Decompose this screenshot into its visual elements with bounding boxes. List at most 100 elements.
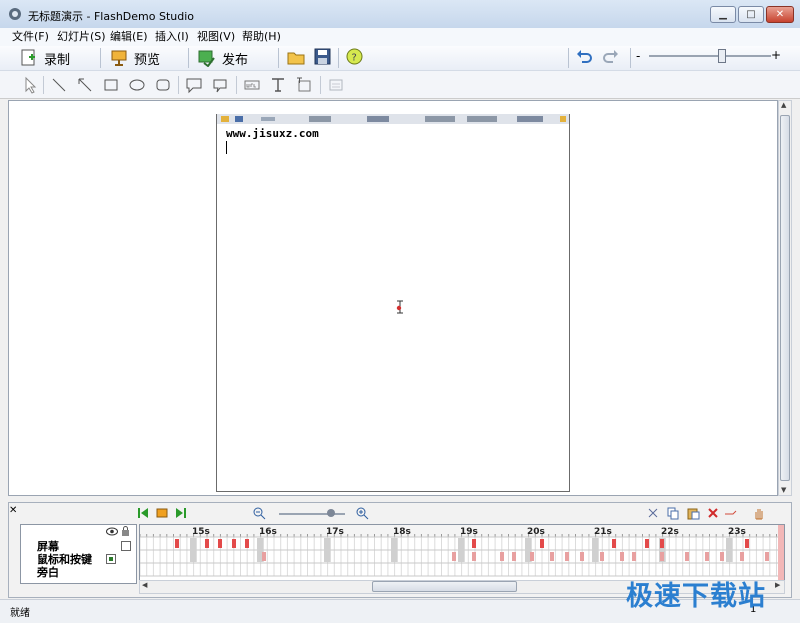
save-icon[interactable] — [314, 48, 331, 65]
clip-marker — [540, 539, 544, 548]
callout-tool-icon[interactable] — [185, 76, 203, 94]
cut-icon[interactable] — [646, 506, 660, 520]
menu-help[interactable]: 帮助(H) — [242, 28, 281, 44]
zoom-out-icon[interactable]: - — [636, 49, 640, 63]
scroll-down-icon[interactable]: ▼ — [781, 486, 786, 494]
time-tick-label: 17s — [326, 527, 344, 537]
record-button[interactable]: 录制 — [20, 47, 70, 69]
clip-marker — [472, 539, 476, 548]
timeline-close-icon[interactable]: ✕ — [9, 505, 17, 516]
hand-tool-icon[interactable] — [752, 506, 766, 520]
second-marker-cell — [190, 538, 197, 562]
rounded-rect-tool-icon[interactable] — [154, 76, 172, 94]
clip-marker — [245, 539, 249, 548]
click-marker — [600, 552, 604, 561]
toolbar-separator — [43, 76, 44, 94]
vertical-scroll-thumb[interactable] — [780, 115, 790, 481]
go-to-start-icon[interactable] — [136, 506, 150, 520]
help-icon[interactable]: ? — [346, 48, 363, 65]
ellipse-tool-icon[interactable] — [128, 76, 146, 94]
click-marker — [472, 552, 476, 561]
layer-narration[interactable]: 旁白 — [37, 564, 59, 580]
layer-screen-checkbox[interactable] — [121, 541, 131, 551]
scroll-left-icon[interactable]: ◀ — [142, 581, 147, 589]
clip-marker — [645, 539, 649, 548]
close-button[interactable]: ✕ — [766, 6, 794, 23]
text-caret — [226, 141, 227, 154]
maximize-button[interactable]: □ — [738, 6, 764, 23]
click-marker — [765, 552, 769, 561]
layer-mouse-keys-checkbox[interactable] — [106, 554, 116, 564]
visibility-eye-icon[interactable] — [106, 527, 118, 536]
window-title: 无标题演示 - FlashDemo Studio — [28, 10, 195, 23]
toolbar-separator — [188, 48, 189, 68]
scroll-right-icon[interactable]: ▶ — [775, 581, 780, 589]
trim-icon[interactable] — [724, 506, 738, 520]
paste-icon[interactable] — [686, 506, 700, 520]
line-tool-icon[interactable] — [50, 76, 68, 94]
second-marker-cell — [324, 538, 331, 562]
click-marker — [740, 552, 744, 561]
timeline-scroll-thumb[interactable] — [372, 581, 517, 592]
menu-edit[interactable]: 编辑(E) — [110, 28, 148, 44]
image-tool-icon[interactable] — [327, 76, 345, 94]
toolbar-separator — [178, 76, 179, 94]
timeline-zoom-out-icon[interactable] — [252, 506, 266, 520]
clip-marker — [232, 539, 236, 548]
second-marker-cell — [391, 538, 398, 562]
menu-slide[interactable]: 幻灯片(S) — [57, 28, 106, 44]
toolbar-separator — [100, 48, 101, 68]
click-marker — [660, 552, 664, 561]
click-marker — [632, 552, 636, 561]
record-icon — [21, 49, 35, 66]
select-arrow-icon[interactable] — [21, 76, 39, 94]
text-tool-icon[interactable] — [269, 76, 287, 94]
zoom-slider-track[interactable] — [649, 55, 771, 57]
time-tick-label: 21s — [594, 527, 612, 537]
menu-view[interactable]: 视图(V) — [197, 28, 235, 44]
stop-icon[interactable] — [155, 506, 169, 520]
menu-insert[interactable]: 插入(I) — [155, 28, 189, 44]
minimize-button[interactable]: ▁ — [710, 6, 736, 23]
preview-button[interactable]: 预览 — [110, 47, 160, 69]
url-tool-icon[interactable] — [243, 76, 261, 94]
textbox-tool-icon[interactable] — [295, 76, 313, 94]
undo-icon[interactable] — [576, 49, 594, 65]
click-marker — [512, 552, 516, 561]
second-marker-cell — [458, 538, 465, 562]
zoom-slider-handle[interactable] — [718, 49, 726, 63]
timeline-zoom-handle[interactable] — [327, 509, 335, 517]
ibeam-cursor-icon — [396, 300, 403, 314]
click-marker — [685, 552, 689, 561]
copy-icon[interactable] — [666, 506, 680, 520]
minimize-icon: ▁ — [719, 9, 727, 20]
time-tick-label: 16s — [259, 527, 277, 537]
watermark: 极速下载站 — [626, 581, 766, 612]
toolbar-separator — [320, 76, 321, 94]
timeline-zoom-in-icon[interactable] — [355, 506, 369, 520]
toolbar-separator — [278, 48, 279, 68]
rectangle-tool-icon[interactable] — [102, 76, 120, 94]
toolbar-separator — [630, 48, 631, 68]
open-folder-icon[interactable] — [287, 49, 305, 65]
clip-marker — [612, 539, 616, 548]
timeline-zoom-track[interactable] — [279, 513, 345, 515]
click-marker — [530, 552, 534, 561]
bubble-tool-icon[interactable] — [211, 76, 229, 94]
go-to-end-icon[interactable] — [174, 506, 188, 520]
menu-file[interactable]: 文件(F) — [12, 28, 49, 44]
slide-canvas[interactable] — [216, 114, 570, 492]
redo-icon[interactable] — [601, 49, 619, 65]
svg-text:?: ? — [352, 53, 357, 64]
scroll-up-icon[interactable]: ▲ — [781, 101, 786, 109]
lock-icon[interactable] — [121, 526, 130, 536]
app-icon — [9, 8, 21, 20]
publish-button[interactable]: 发布 — [198, 47, 248, 69]
status-text: 就绪 — [10, 608, 30, 619]
second-marker-cell — [592, 538, 599, 562]
delete-icon[interactable] — [706, 506, 720, 520]
arrow-tool-icon[interactable] — [76, 76, 94, 94]
click-marker — [565, 552, 569, 561]
zoom-in-icon[interactable]: + — [771, 48, 781, 62]
second-marker-cell — [726, 538, 733, 562]
